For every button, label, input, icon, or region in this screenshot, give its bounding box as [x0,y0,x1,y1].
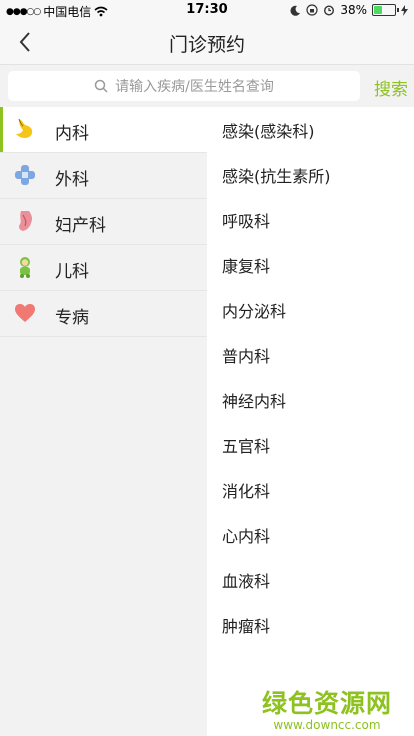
department-item-gynecology[interactable]: 妇产科 [0,199,207,245]
navigation-bar: 门诊预约 [0,20,414,65]
orientation-lock-icon [306,4,318,16]
subdepartment-item[interactable]: 感染(感染科) [207,107,414,152]
subdepartment-list: 感染(感染科) 感染(抗生素所) 呼吸科 康复科 内分泌科 普内科 神经内科 五… [207,107,414,736]
heart-icon [15,304,35,322]
search-placeholder: 请输入疾病/医生姓名查询 [115,79,274,95]
subdepartment-item[interactable]: 感染(抗生素所) [207,152,414,197]
department-label: 内科 [55,124,89,144]
search-icon [94,79,108,93]
moon-icon [290,5,301,16]
status-bar: ●●●○○ 中国电信 17:30 38% [0,0,414,20]
charging-bolt-icon [401,4,408,16]
battery-icon [372,4,399,16]
department-item-special-disease[interactable]: 专病 [0,291,207,337]
watermark-url: www.downcc.com [273,718,381,732]
watermark-title: 绿色资源网 [261,689,392,718]
search-bar: 请输入疾病/医生姓名查询 搜索 [0,65,414,107]
subdepartment-item[interactable]: 五官科 [207,422,414,467]
department-label: 专病 [55,308,89,328]
department-item-surgery[interactable]: 外科 [0,153,207,199]
subdepartment-item[interactable]: 普内科 [207,332,414,377]
subdepartment-item[interactable]: 内分泌科 [207,287,414,332]
subdepartment-item[interactable]: 康复科 [207,242,414,287]
department-list: 内科 外科 妇产科 儿科 专病 [0,107,207,736]
watermark: 绿色资源网 www.downcc.com [262,684,392,732]
subdepartment-item[interactable]: 消化科 [207,467,414,512]
department-item-pediatrics[interactable]: 儿科 [0,245,207,291]
subdepartment-item[interactable]: 血液科 [207,557,414,602]
baby-icon [20,257,30,278]
subdepartment-item[interactable]: 呼吸科 [207,197,414,242]
search-input[interactable]: 请输入疾病/医生姓名查询 [8,71,360,101]
department-item-internal[interactable]: 内科 [0,107,207,153]
bandage-icon [15,165,35,185]
department-label: 外科 [55,170,89,190]
battery-percent: 38% [340,3,367,17]
subdepartment-item[interactable]: 心内科 [207,512,414,557]
search-button[interactable]: 搜索 [374,75,408,100]
battery-fill [374,6,382,14]
subdepartment-item[interactable]: 肿瘤科 [207,602,414,647]
page-title: 门诊预约 [168,34,245,56]
department-label: 儿科 [55,262,89,282]
subdepartment-item[interactable]: 神经内科 [207,377,414,422]
alarm-icon [324,5,335,16]
stomach-icon [16,118,33,138]
status-right: 38% [290,3,408,17]
uterus-icon [19,211,33,231]
department-label: 妇产科 [55,216,106,236]
